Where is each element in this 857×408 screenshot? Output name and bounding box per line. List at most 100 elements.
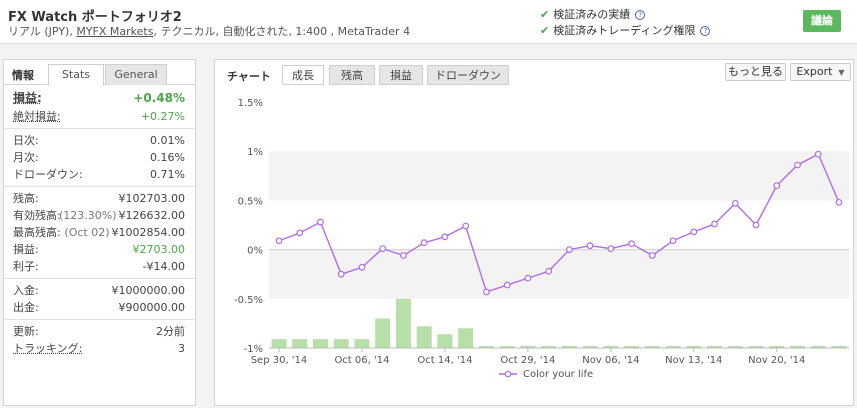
growth-chart: 1.5% 1% 0.5% 0% -0.5% -1% Sep 30, '14 Oct 06, …: [234, 98, 849, 380]
tracking-label[interactable]: トラッキング:: [13, 340, 82, 357]
tab-profit[interactable]: 損益: [379, 65, 423, 85]
abs-gain-label[interactable]: 絶対損益:: [13, 108, 61, 125]
chart-legend[interactable]: Color your life: [499, 369, 593, 380]
balance-row: 残高: ¥102703.00: [4, 190, 195, 207]
gain-row: 損益: +0.48%: [4, 88, 195, 108]
profit-row: 損益: ¥2703.00: [4, 241, 195, 258]
balance-value: ¥102703.00: [118, 192, 185, 205]
interest-label: 利子:: [13, 260, 39, 273]
verified-trading-privileges: ✔ 検証済みトレーディング権限?: [540, 22, 711, 38]
highest-row: 最高残高: (Oct 02) ¥1002854.00: [4, 224, 195, 241]
chart-panel: チャート 成長 残高 損益 ドローダウン もっと見る Export ▼ 1.5% 1…: [214, 59, 854, 406]
data-point: [420, 239, 428, 247]
highest-label: 最高残高:: [13, 226, 61, 239]
data-point: [731, 199, 739, 207]
deposits-value: ¥1000000.00: [111, 284, 185, 297]
discuss-button[interactable]: 議論: [803, 10, 841, 32]
tab-growth[interactable]: 成長: [282, 65, 324, 85]
data-point: [773, 182, 781, 190]
stats-panel: 情報 Stats General 損益: +0.48% 絶対損益: +0.27%…: [3, 59, 196, 406]
data-point: [275, 237, 283, 245]
activity-bar: [416, 326, 432, 348]
abs-gain-value: +0.27%: [140, 110, 185, 123]
stats-tabs: 情報 Stats General: [4, 60, 195, 86]
chevron-down-icon: ▼: [838, 68, 845, 77]
drawdown-value: 0.71%: [150, 168, 185, 181]
deposits-label: 入金:: [13, 284, 39, 297]
chart-tabs: チャート 成長 残高 損益 ドローダウン もっと見る Export ▼: [215, 60, 853, 85]
subtitle-suffix: , テクニカル, 自動化された, 1:400 , MetaTrader 4: [153, 25, 411, 38]
export-button[interactable]: Export ▼: [790, 63, 851, 81]
equity-value: ¥126632.00: [118, 209, 185, 222]
interest-row: 利子: -¥14.00: [4, 258, 195, 275]
activity-bar: [437, 334, 453, 348]
data-point: [441, 233, 449, 241]
updated-value: 2分前: [156, 325, 185, 338]
data-point: [690, 228, 698, 236]
x-tick-label: Nov 13, '14: [665, 355, 722, 366]
data-point: [711, 220, 718, 228]
chart-bands: [269, 151, 849, 299]
updated-label: 更新:: [13, 325, 39, 338]
rates-group: 日次: 0.01% 月次: 0.16% ドローダウン: 0.71%: [4, 129, 195, 187]
withdrawals-value: ¥900000.00: [118, 301, 185, 314]
monthly-row: 月次: 0.16%: [4, 149, 195, 166]
abs-gain-row: 絶対損益: +0.27%: [4, 108, 195, 125]
broker-link[interactable]: MYFX Markets: [76, 25, 153, 38]
help-icon[interactable]: ?: [700, 26, 711, 36]
tab-drawdown[interactable]: ドローダウン: [427, 65, 509, 85]
y-tick-label: -0.5%: [234, 295, 263, 306]
deposits-row: 入金: ¥1000000.00: [4, 282, 195, 299]
highest-date: (Oct 02): [64, 226, 110, 239]
data-point: [628, 240, 635, 248]
data-point: [814, 150, 822, 158]
y-tick-label: -1%: [244, 344, 263, 355]
info-label: 情報: [12, 69, 34, 82]
drawdown-label: ドローダウン:: [13, 168, 83, 181]
equity-label: 有効残高:: [13, 209, 61, 222]
activity-bar: [292, 339, 308, 348]
withdrawals-label: 出金:: [13, 301, 39, 314]
y-tick-label: 1%: [247, 147, 263, 158]
y-axis: 1.5% 1% 0.5% 0% -0.5% -1%: [234, 98, 263, 355]
activity-bar: [375, 318, 391, 348]
verified-track-label: 検証済みの実績: [553, 8, 631, 21]
gain-group: 損益: +0.48% 絶対損益: +0.27%: [4, 85, 195, 129]
data-point: [462, 222, 470, 230]
data-point: [337, 270, 345, 278]
y-tick-label: 1.5%: [238, 98, 263, 109]
chart-band: [269, 151, 849, 201]
tracking-value: 3: [178, 342, 185, 355]
x-tick-label: Oct 29, '14: [500, 355, 555, 366]
gain-value: +0.48%: [133, 91, 185, 105]
tab-balance[interactable]: 残高: [329, 65, 375, 85]
subtitle-prefix: リアル (JPY),: [8, 25, 77, 38]
tab-general[interactable]: General: [105, 64, 167, 85]
data-point: [565, 246, 573, 254]
activity-bar: [312, 339, 328, 348]
equity-row: 有効残高: (123.30%) ¥126632.00: [4, 207, 195, 224]
withdrawals-row: 出金: ¥900000.00: [4, 299, 195, 316]
activity-bar: [458, 328, 474, 348]
gain-label[interactable]: 損益:: [13, 88, 42, 108]
chart-label: チャート: [227, 70, 271, 83]
chart-band: [269, 249, 849, 299]
data-point: [524, 274, 532, 282]
x-tick-label: Sep 30, '14: [251, 355, 308, 366]
account-header: FX Watch ポートフォリオ2 リアル (JPY), MYFX Market…: [0, 0, 857, 44]
verified-trading-label: 検証済みトレーディング権限: [553, 24, 696, 37]
tab-stats[interactable]: Stats: [48, 64, 104, 86]
balance-group: 残高: ¥102703.00 有効残高: (123.30%) ¥126632.00…: [4, 187, 195, 279]
data-point: [607, 245, 615, 253]
help-icon[interactable]: ?: [635, 10, 646, 20]
tracking-row: トラッキング: 3: [4, 340, 195, 357]
daily-value: 0.01%: [150, 134, 185, 147]
data-point: [400, 252, 407, 259]
more-button[interactable]: もっと見る: [725, 63, 786, 81]
equity-percent: (123.30%): [58, 209, 117, 222]
data-point: [379, 245, 387, 253]
drawdown-row: ドローダウン: 0.71%: [4, 166, 195, 183]
daily-label: 日次:: [13, 134, 39, 147]
daily-row: 日次: 0.01%: [4, 132, 195, 149]
updated-row: 更新: 2分前: [4, 323, 195, 340]
